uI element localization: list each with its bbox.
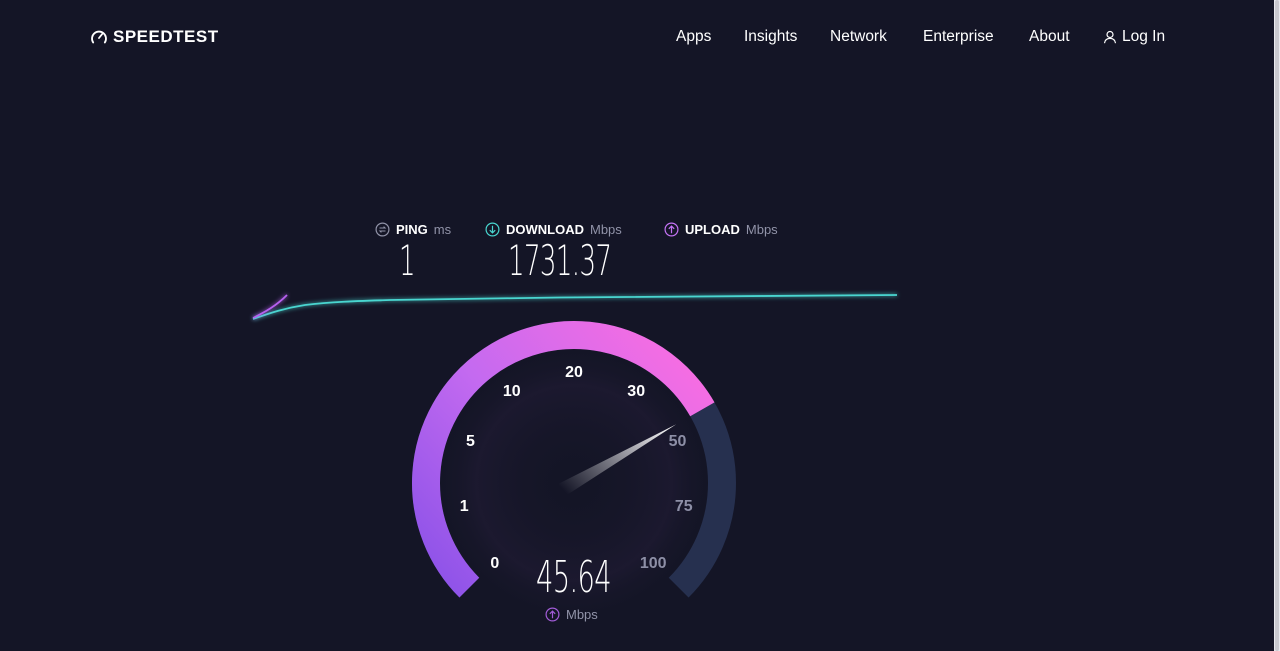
- gauge-scale-label: 20: [565, 364, 583, 381]
- gauge-scale-label: 50: [669, 433, 687, 450]
- gauge-scale-label: 1: [460, 498, 469, 515]
- current-speed-value: 45.64: [536, 552, 612, 603]
- gauge-scale-label: 5: [466, 433, 475, 450]
- gauge-scale-label: 0: [490, 555, 499, 572]
- speed-gauge: 0 1 5 10 20 30 50 75 100: [412, 321, 736, 618]
- upload-arrow-icon: [545, 606, 560, 622]
- gauge-scale-label: 10: [503, 383, 521, 400]
- gauge-scale-label: 30: [627, 383, 645, 400]
- gauge-scale-label: 100: [640, 555, 667, 572]
- gauge-unit-label: Mbps: [566, 606, 598, 622]
- speedtest-page: SPEEDTEST Apps Insights Network Enterpri…: [0, 0, 1280, 651]
- gauge-scale-label: 75: [675, 498, 693, 515]
- current-speed-unit: Mbps: [545, 605, 598, 623]
